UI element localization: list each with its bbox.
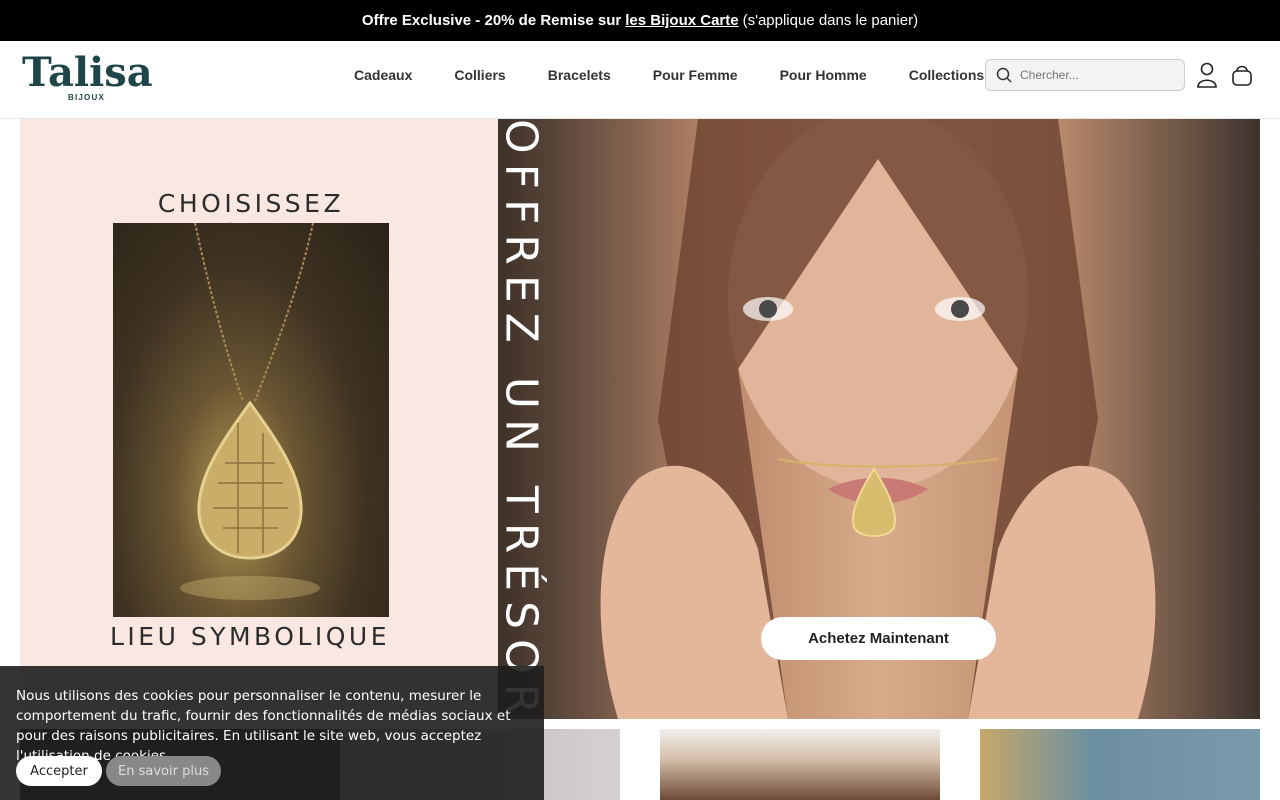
logo[interactable]: Talisa BIJOUX: [22, 49, 153, 105]
announcement-suffix: (s'applique dans le panier): [742, 12, 919, 29]
cart-icon[interactable]: [1229, 61, 1255, 89]
logo-word: Talisa: [22, 49, 153, 96]
announcement-link[interactable]: les Bijoux Carte: [625, 12, 738, 29]
hero-left-bottom: LIEU SYMBOLIQUE: [110, 622, 391, 651]
cookie-accept-button[interactable]: Accepter: [16, 756, 102, 786]
hero-left-panel: CHOISISSEZ VOTRE LIEU SYMBOLIQUE: [20, 119, 498, 719]
cookie-banner: Nous utilisons des cookies pour personna…: [0, 666, 544, 800]
vertical-text-label: OFFREZ UN TRÉSOR: [498, 119, 547, 719]
product-thumb-3[interactable]: [660, 729, 940, 800]
cookie-learn-more-button[interactable]: En savoir plus: [106, 756, 221, 786]
nav-colliers[interactable]: Colliers: [433, 67, 526, 83]
announcement-text: Offre Exclusive - 20% de Remise sur: [361, 12, 622, 29]
logo-sub: BIJOUX: [68, 93, 105, 102]
main-nav: Cadeaux Colliers Bracelets Pour Femme Po…: [333, 41, 1005, 109]
nav-bracelets[interactable]: Bracelets: [527, 67, 632, 83]
site-header: Talisa BIJOUX Cadeaux Colliers Bracelets…: [0, 41, 1280, 119]
nav-pour-femme[interactable]: Pour Femme: [632, 67, 759, 83]
search-box[interactable]: [985, 59, 1185, 91]
cookie-text: Nous utilisons des cookies pour personna…: [16, 688, 511, 764]
pendant-image: [113, 223, 389, 617]
nav-pour-homme[interactable]: Pour Homme: [759, 67, 888, 83]
search-input[interactable]: [1020, 68, 1170, 82]
nav-cadeaux[interactable]: Cadeaux: [333, 67, 433, 83]
shop-now-button[interactable]: Achetez Maintenant: [761, 617, 996, 660]
hero-banner[interactable]: CHOISISSEZ VOTRE LIEU SYMBOLIQUE: [20, 119, 1260, 719]
account-icon[interactable]: [1194, 61, 1220, 89]
announcement-bar: Offre Exclusive - 20% de Remise sur les …: [0, 0, 1280, 41]
search-icon: [996, 67, 1012, 83]
hero-vertical-text: OFFREZ UN TRÉSOR: [498, 119, 547, 719]
product-thumb-4[interactable]: [980, 729, 1260, 800]
